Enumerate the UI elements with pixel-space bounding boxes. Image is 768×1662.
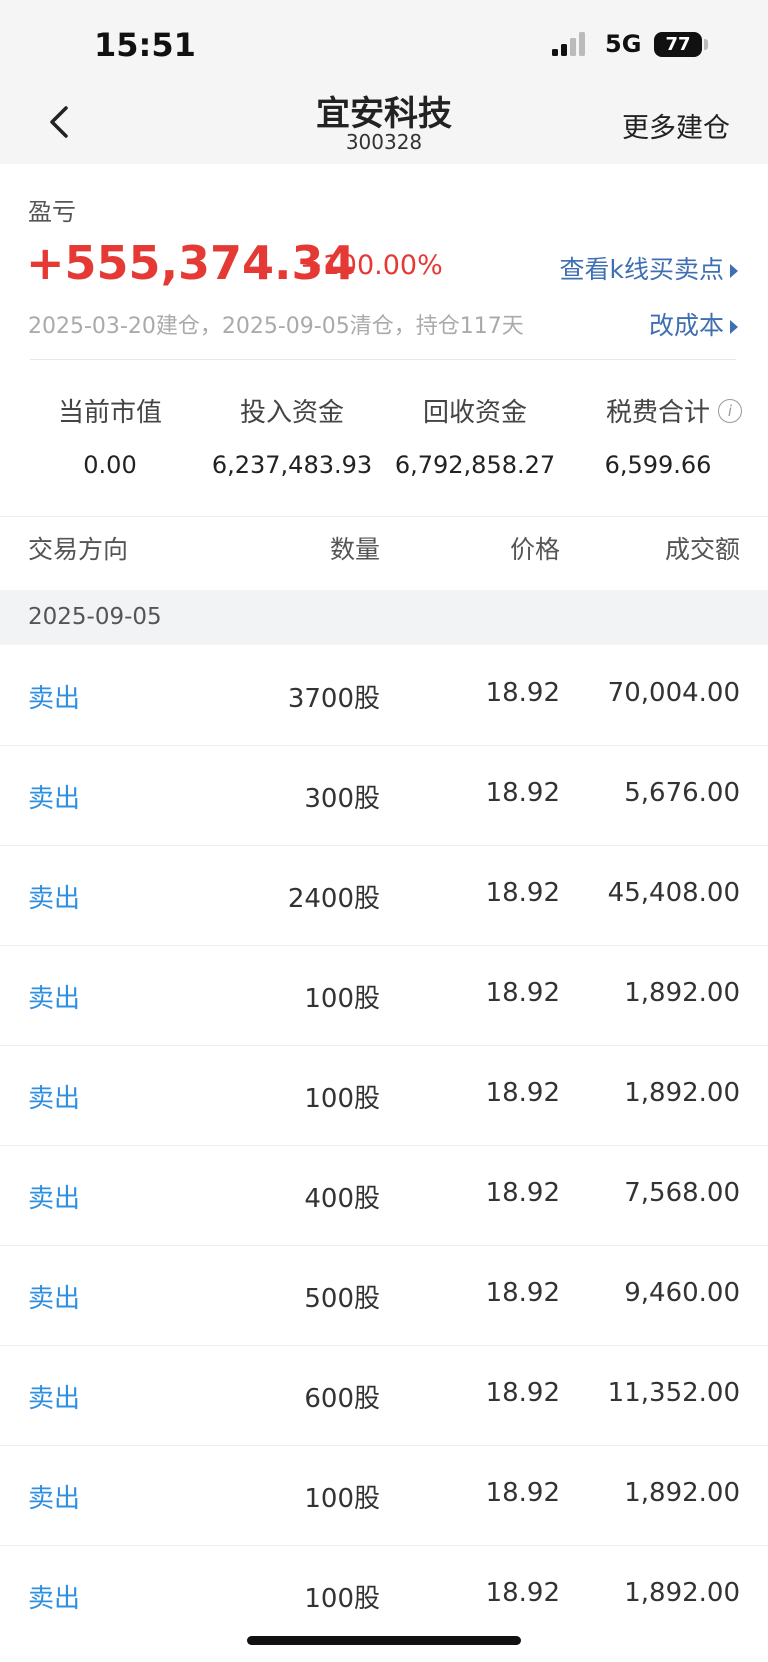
profit-label: 盈亏 <box>28 198 76 226</box>
table-row[interactable]: 卖出 100股 18.92 1,892.00 <box>0 1545 768 1645</box>
stat-value: 6,237,483.93 <box>211 451 373 479</box>
trade-direction: 卖出 <box>28 784 81 814</box>
table-row[interactable]: 卖出 500股 18.92 9,460.00 <box>0 1245 768 1346</box>
trade-price: 18.92 <box>485 1278 560 1308</box>
table-row[interactable]: 卖出 3700股 18.92 70,004.00 <box>0 645 768 746</box>
nav-bar: 宜安科技 300328 更多建仓 <box>0 86 768 164</box>
trade-quantity: 100股 <box>304 1584 380 1614</box>
trade-price: 18.92 <box>485 1178 560 1208</box>
table-row[interactable]: 卖出 100股 18.92 1,892.00 <box>0 1445 768 1546</box>
trade-quantity: 600股 <box>304 1384 380 1414</box>
battery-level: 77 <box>665 34 691 55</box>
trade-quantity: 300股 <box>304 784 380 814</box>
position-dates: 2025-03-20建仓，2025-09-05清仓，持仓117天 <box>28 314 524 339</box>
stat-label: 当前市值 <box>57 398 162 428</box>
table-row[interactable]: 卖出 2400股 18.92 45,408.00 <box>0 845 768 946</box>
trade-amount: 9,460.00 <box>624 1278 740 1308</box>
trade-quantity: 100股 <box>304 1084 380 1114</box>
divider <box>30 359 736 360</box>
trade-direction: 卖出 <box>28 684 81 714</box>
stat-recovered: 回收资金 6,792,858.27 <box>385 392 565 479</box>
signal-icon <box>552 32 585 56</box>
table-row[interactable]: 卖出 100股 18.92 1,892.00 <box>0 945 768 1046</box>
trade-price: 18.92 <box>485 1378 560 1408</box>
trade-price: 18.92 <box>485 878 560 908</box>
trade-price: 18.92 <box>485 978 560 1008</box>
triangle-right-icon <box>730 320 738 334</box>
trade-direction: 卖出 <box>28 884 81 914</box>
trade-direction: 卖出 <box>28 1384 81 1414</box>
trade-quantity: 500股 <box>304 1284 380 1314</box>
network-type: 5G <box>605 30 642 58</box>
table-row[interactable]: 卖出 100股 18.92 1,892.00 <box>0 1045 768 1146</box>
column-amount: 成交额 <box>664 535 740 564</box>
trade-price: 18.92 <box>485 1478 560 1508</box>
trade-direction: 卖出 <box>28 1284 81 1314</box>
trade-amount: 11,352.00 <box>607 1378 740 1408</box>
status-bar: 15:51 5G 77 <box>0 0 768 86</box>
stat-value: 6,792,858.27 <box>394 451 556 479</box>
kline-link-label: 查看k线买卖点 <box>559 255 724 284</box>
trade-amount: 1,892.00 <box>624 978 740 1008</box>
profit-percent: +100.00% <box>300 250 443 281</box>
trade-quantity: 2400股 <box>287 884 380 914</box>
battery-icon: 77 <box>654 32 702 57</box>
more-positions-button[interactable]: 更多建仓 <box>622 106 730 145</box>
column-direction: 交易方向 <box>28 535 129 564</box>
battery-cap <box>704 39 708 50</box>
kline-link[interactable]: 查看k线买卖点 <box>560 250 738 286</box>
trade-price: 18.92 <box>485 1078 560 1108</box>
triangle-right-icon <box>730 264 738 278</box>
column-price: 价格 <box>509 535 560 564</box>
info-icon[interactable]: i <box>718 399 742 423</box>
trade-amount: 45,408.00 <box>607 878 740 908</box>
trade-quantity: 3700股 <box>287 684 380 714</box>
divider <box>0 516 768 517</box>
trade-price: 18.92 <box>485 778 560 808</box>
trade-direction: 卖出 <box>28 1584 81 1614</box>
stat-value: 0.00 <box>83 451 137 479</box>
stat-invested: 投入资金 6,237,483.93 <box>202 392 382 479</box>
trade-amount: 7,568.00 <box>624 1178 740 1208</box>
date-group-header: 2025-09-05 <box>0 590 768 645</box>
trade-quantity: 100股 <box>304 984 380 1014</box>
table-row[interactable]: 卖出 300股 18.92 5,676.00 <box>0 745 768 846</box>
trade-direction: 卖出 <box>28 1184 81 1214</box>
trade-direction: 卖出 <box>28 1484 81 1514</box>
status-time: 15:51 <box>94 26 196 64</box>
column-quantity: 数量 <box>329 535 380 564</box>
stat-value: 6,599.66 <box>604 451 712 479</box>
trade-direction: 卖出 <box>28 1084 81 1114</box>
table-row[interactable]: 卖出 400股 18.92 7,568.00 <box>0 1145 768 1246</box>
table-row[interactable]: 卖出 600股 18.92 11,352.00 <box>0 1345 768 1446</box>
stat-label: 投入资金 <box>239 398 344 428</box>
home-indicator[interactable] <box>247 1636 521 1645</box>
edit-cost-link[interactable]: 改成本 <box>649 306 738 342</box>
trade-amount: 1,892.00 <box>624 1478 740 1508</box>
trade-price: 18.92 <box>485 1578 560 1608</box>
trade-quantity: 400股 <box>304 1184 380 1214</box>
stat-market-value: 当前市值 0.00 <box>20 392 200 479</box>
trade-amount: 5,676.00 <box>624 778 740 808</box>
edit-cost-label: 改成本 <box>648 311 724 340</box>
trade-amount: 1,892.00 <box>624 1578 740 1608</box>
stat-label: 回收资金 <box>422 398 527 428</box>
trade-quantity: 100股 <box>304 1484 380 1514</box>
trade-amount: 1,892.00 <box>624 1078 740 1108</box>
trade-direction: 卖出 <box>28 984 81 1014</box>
trade-price: 18.92 <box>485 678 560 708</box>
date-group-label: 2025-09-05 <box>28 604 162 630</box>
trade-amount: 70,004.00 <box>607 678 740 708</box>
